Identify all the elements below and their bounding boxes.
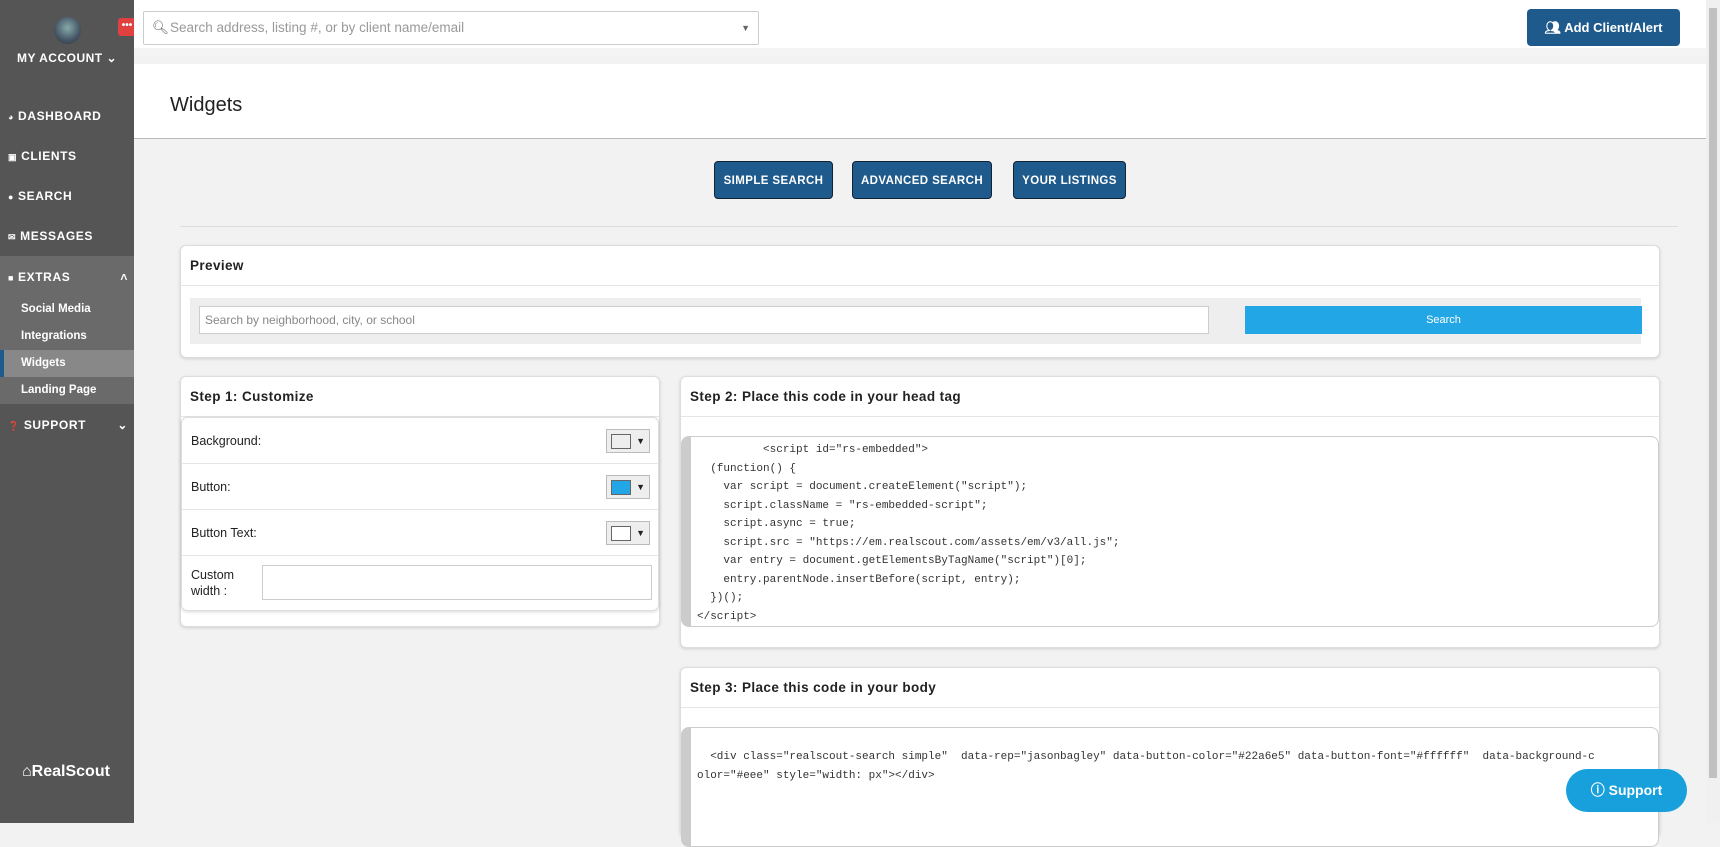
sidebar-sub-widgets[interactable]: Widgets — [0, 350, 134, 377]
label: Background: — [191, 434, 262, 448]
button-color-row: Button: ▼ — [182, 464, 658, 510]
step1-card: Step 1: Customize Background: ▼ Button: ▼ … — [180, 376, 660, 627]
preview-card: Preview Search by neighborhood, city, or… — [180, 245, 1660, 358]
my-account-menu[interactable]: MY ACCOUNT ⌄ — [0, 51, 134, 65]
label: Custom width : — [191, 568, 235, 598]
search-placeholder: Search address, listing #, or by client … — [170, 20, 465, 35]
caret-icon: ▼ — [636, 528, 645, 538]
caret-icon: ▼ — [636, 436, 645, 446]
label: EXTRAS — [18, 270, 71, 284]
tab-your-listings[interactable]: YOUR LISTINGS — [1013, 161, 1126, 199]
dropdown-caret-icon: ▼ — [741, 23, 750, 33]
sidebar-sub-social-media[interactable]: Social Media — [0, 296, 134, 323]
page-header: Widgets — [134, 64, 1706, 139]
sidebar-item-messages[interactable]: ✉ MESSAGES — [0, 216, 134, 256]
sidebar-item-support[interactable]: ❓ SUPPORT ⌄ — [0, 405, 134, 445]
question-icon: ❓ — [8, 421, 20, 431]
button-text-color-picker[interactable]: ▼ — [606, 521, 650, 545]
button-color-picker[interactable]: ▼ — [606, 475, 650, 499]
tab-advanced-search[interactable]: ADVANCED SEARCH — [852, 161, 992, 199]
chevron-up-icon: ˄ — [120, 270, 128, 284]
preview-search-input[interactable]: Search by neighborhood, city, or school — [199, 306, 1209, 334]
map-pin-icon: ● — [8, 192, 15, 202]
preview-search-button[interactable]: Search — [1245, 306, 1642, 334]
background-color-picker[interactable]: ▼ — [606, 429, 650, 453]
customize-panel: Background: ▼ Button: ▼ Button Text: ▼ Cust… — [181, 417, 659, 611]
label: Button Text: — [191, 526, 257, 540]
envelope-icon: ✉ — [8, 232, 17, 242]
button-text-color-row: Button Text: ▼ — [182, 510, 658, 556]
briefcase-icon: ■ — [8, 273, 15, 283]
tab-simple-search[interactable]: SIMPLE SEARCH — [714, 161, 833, 199]
support-button[interactable]: ⓘ Support — [1566, 769, 1687, 812]
step3-title: Step 3: Place this code in your body — [681, 668, 1659, 708]
sidebar-item-dashboard[interactable]: ◕ DASHBOARD — [0, 96, 134, 136]
preview-title: Preview — [181, 246, 1659, 286]
body-code-block[interactable]: <div class="realscout-search simple" dat… — [681, 727, 1659, 847]
chevron-down-icon: ⌄ — [117, 418, 128, 432]
label: MESSAGES — [20, 229, 93, 243]
dashboard-icon: ◕ — [8, 112, 15, 122]
custom-width-row: Custom width : — [182, 556, 658, 610]
sidebar-item-search[interactable]: ● SEARCH — [0, 176, 134, 216]
divider — [180, 226, 1678, 227]
label: SEARCH — [18, 189, 73, 203]
scrollbar-thumb[interactable] — [1709, 8, 1717, 778]
label: CLIENTS — [21, 149, 77, 163]
step3-card: Step 3: Place this code in your body <di… — [680, 667, 1660, 847]
page-title: Widgets — [170, 94, 243, 116]
avatar[interactable] — [54, 17, 81, 44]
label: Support — [1608, 782, 1663, 798]
background-color-row: Background: ▼ — [182, 418, 658, 464]
step2-card: Step 2: Place this code in your head tag… — [680, 376, 1660, 648]
sidebar: ••• MY ACCOUNT ⌄ ◕ DASHBOARD ▣ CLIENTS ● SE… — [0, 0, 136, 823]
label: Add Client/Alert — [1564, 20, 1663, 35]
step2-title: Step 2: Place this code in your head tag — [681, 377, 1659, 417]
widget-preview: Search by neighborhood, city, or school … — [190, 298, 1642, 344]
sidebar-item-clients[interactable]: ▣ CLIENTS — [0, 136, 134, 176]
label: Button: — [191, 480, 231, 494]
head-code-block[interactable]: <script id="rs-embedded"> (function() { … — [681, 436, 1659, 627]
contact-icon: ▣ — [8, 152, 18, 162]
logo-text: RealScout — [31, 763, 110, 780]
account-label: MY ACCOUNT — [16, 51, 103, 65]
sidebar-item-extras[interactable]: ■ EXTRAS ˄ — [0, 257, 134, 297]
scrollbar[interactable] — [1706, 0, 1720, 823]
sidebar-sub-integrations[interactable]: Integrations — [0, 323, 134, 350]
custom-width-input[interactable] — [262, 565, 652, 600]
sidebar-sub-landing-page[interactable]: Landing Page — [0, 377, 134, 404]
top-bar: 🔍︎ Search address, listing #, or by clien… — [134, 0, 1706, 56]
chevron-down-icon: ⌄ — [106, 51, 118, 65]
users-icon: 👥︎ — [1544, 20, 1565, 35]
caret-icon: ▼ — [636, 482, 645, 492]
label: DASHBOARD — [18, 109, 102, 123]
global-search-input[interactable]: 🔍︎ Search address, listing #, or by clien… — [143, 11, 759, 45]
search-icon: 🔍︎ — [152, 20, 170, 35]
label: SUPPORT — [23, 418, 87, 432]
step1-title: Step 1: Customize — [181, 377, 659, 417]
add-client-alert-button[interactable]: 👥︎ Add Client/Alert — [1527, 9, 1680, 46]
help-circle-icon: ⓘ — [1590, 782, 1609, 798]
realscout-logo: ⌂RealScout — [22, 763, 110, 780]
